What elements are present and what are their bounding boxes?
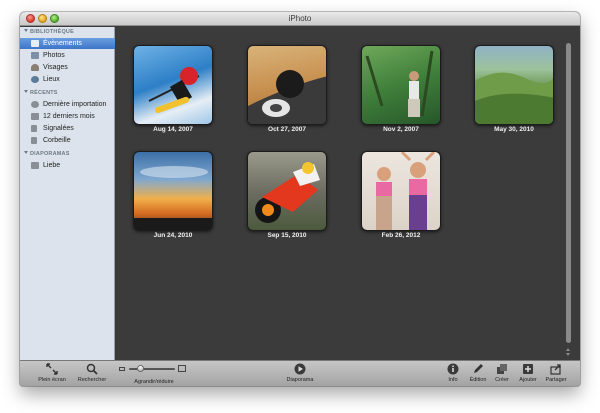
disclosure-triangle-icon [24, 90, 28, 93]
vertical-scrollbar[interactable] [564, 37, 573, 357]
sidebar-item-photos[interactable]: Photos [20, 50, 115, 61]
section-header-recents[interactable]: RÉCENTS [24, 90, 58, 96]
share-icon [550, 364, 561, 375]
share-button[interactable]: Partager [542, 363, 570, 383]
fullscreen-button[interactable]: Plein écran [34, 363, 70, 383]
search-icon [86, 363, 98, 375]
bottom-toolbar: Plein écran Rechercher Agrandir/réduire [20, 360, 580, 386]
zoom-label: Agrandir/réduire [134, 379, 174, 385]
play-icon [294, 363, 306, 375]
section-header-slideshows[interactable]: DIAPORAMAS [24, 151, 70, 157]
sidebar-item-trash[interactable]: Corbeille [20, 135, 115, 146]
zoom-slider-knob[interactable] [137, 365, 144, 372]
racing-motorcycle-image [255, 162, 320, 223]
forest-person-image [365, 50, 434, 117]
pencil-icon [474, 364, 483, 373]
disclosure-triangle-icon [24, 151, 28, 154]
event-thumbnail[interactable] [247, 151, 327, 231]
zoom-large-icon [178, 365, 186, 372]
create-icon [497, 364, 507, 374]
event-date: Aug 14, 2007 [153, 126, 193, 133]
section-header-library[interactable]: BIBLIOTHÈQUE [24, 29, 74, 35]
info-icon [447, 363, 459, 375]
calendar-icon [31, 113, 39, 120]
last-import-icon [31, 101, 39, 108]
event-thumbnail[interactable] [133, 151, 213, 231]
event-date: Jun 24, 2010 [153, 232, 193, 239]
disclosure-triangle-icon [24, 29, 28, 32]
flag-icon [31, 125, 37, 132]
title-bar[interactable]: iPhoto [20, 12, 580, 26]
info-button[interactable]: Info [444, 363, 462, 383]
add-icon [523, 364, 533, 374]
event-date: Feb 26, 2012 [381, 232, 421, 239]
sidebar-item-faces[interactable]: Visages [20, 62, 115, 73]
sidebar: BIBLIOTHÈQUE Évènements Photos Visages L… [20, 27, 115, 360]
scroll-thumb[interactable] [566, 43, 571, 343]
event-date: Oct 27, 2007 [268, 126, 306, 133]
slideshow-button[interactable]: Diaporama [282, 363, 318, 383]
fullscreen-icon [46, 363, 58, 375]
trash-icon [31, 137, 37, 144]
kitesurfer-image [148, 67, 200, 114]
events-grid: Aug 14, 2007 Oct 27, 2007 Nov 2, 2007 Ma… [116, 27, 580, 360]
zoom-control: Agrandir/réduire [119, 364, 189, 385]
event-thumbnail[interactable] [474, 45, 554, 125]
sidebar-item-events[interactable]: Évènements [20, 38, 115, 49]
motorcycle-helmet-image [248, 70, 326, 124]
scroll-down-arrow-icon[interactable] [566, 353, 570, 356]
places-icon [31, 76, 39, 83]
edit-button[interactable]: Édition [466, 363, 490, 383]
photos-icon [31, 52, 39, 59]
event-date: May 30, 2010 [494, 126, 534, 133]
window-title: iPhoto [288, 14, 312, 23]
fitness-women-image [376, 152, 436, 230]
green-hills-image [475, 72, 553, 124]
event-date: Nov 2, 2007 [383, 126, 419, 133]
event-thumbnail[interactable] [361, 45, 441, 125]
event-thumbnail[interactable] [361, 151, 441, 231]
iphoto-window: iPhoto BIBLIOTHÈQUE Évènements Photos Vi… [20, 12, 580, 386]
add-button[interactable]: Ajouter [516, 363, 540, 383]
search-button[interactable]: Rechercher [74, 363, 110, 383]
sidebar-item-last-12-months[interactable]: 12 derniers mois [20, 111, 115, 122]
scroll-up-arrow-icon[interactable] [566, 348, 570, 351]
zoom-small-icon [119, 367, 125, 371]
sidebar-item-places[interactable]: Lieux [20, 74, 115, 85]
zoom-slider-track[interactable] [129, 368, 175, 370]
events-icon [31, 40, 39, 47]
sidebar-item-last-import[interactable]: Dernière importation [20, 99, 115, 110]
event-thumbnail[interactable] [133, 45, 213, 125]
faces-icon [31, 64, 39, 71]
event-date: Sep 15, 2010 [267, 232, 307, 239]
sunset-image [134, 166, 212, 230]
event-thumbnail[interactable] [247, 45, 327, 125]
sidebar-item-liebe[interactable]: Liebe [20, 160, 115, 171]
slideshow-icon [31, 162, 39, 169]
create-button[interactable]: Créer [492, 363, 512, 383]
sidebar-item-flagged[interactable]: Signalées [20, 123, 115, 134]
